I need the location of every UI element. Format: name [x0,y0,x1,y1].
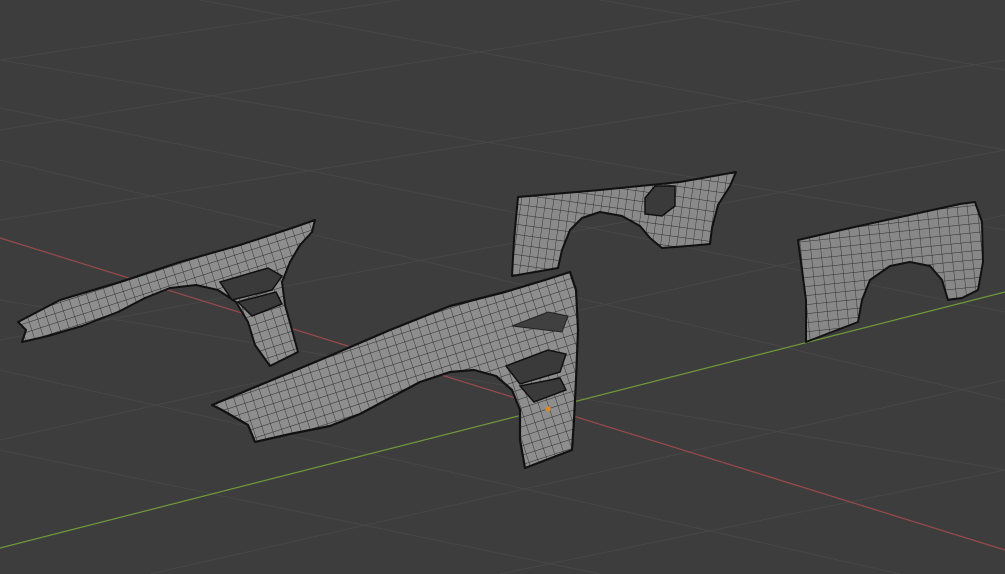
rear-left-quarter-panel-mesh[interactable] [511,171,737,277]
object-origin-dot [545,406,551,412]
grid-line [0,59,1005,231]
grid-line [199,0,1005,151]
viewport-canvas[interactable] [0,0,1005,574]
grid-line [0,0,801,131]
3d-viewport[interactable] [0,0,1005,574]
grid-line [599,0,1005,71]
grid-line [499,469,1005,574]
grid-line [0,449,601,574]
grid-line [0,59,1005,221]
front-left-fender-mesh[interactable] [17,219,316,367]
grid-line [0,0,401,61]
